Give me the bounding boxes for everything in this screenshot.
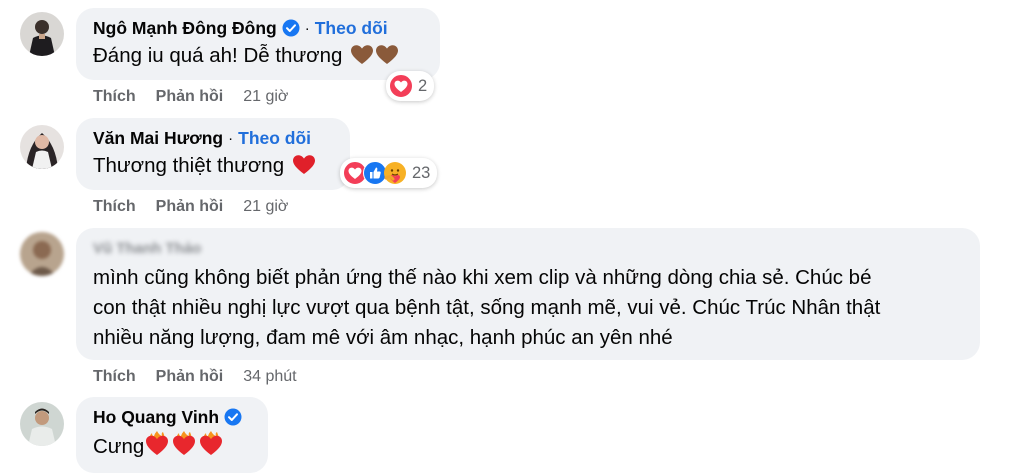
avatar[interactable]	[20, 125, 64, 169]
comment-text: Cưng	[93, 430, 254, 462]
comment-bubble: Vũ Thanh Thảo mình cũng không biết phản …	[76, 228, 980, 360]
comment-timestamp[interactable]: 21 giờ	[243, 198, 288, 216]
follow-button[interactable]: Theo dõi	[238, 128, 311, 149]
follow-button[interactable]: Theo dõi	[315, 18, 388, 39]
comment-actions: Thích Phản hồi 34 phút	[93, 368, 297, 386]
like-button[interactable]: Thích	[93, 368, 136, 386]
verified-badge-icon	[282, 19, 300, 37]
heart-on-fire-icon	[172, 430, 196, 456]
heart-on-fire-icon	[199, 430, 223, 456]
reaction-summary[interactable]: 2	[386, 71, 435, 101]
brown-heart-icon	[351, 45, 374, 65]
like-button[interactable]: Thích	[93, 88, 136, 106]
comment-bubble: Văn Mai Hương · Theo dõi Thương thiệt th…	[76, 118, 350, 190]
comment-author[interactable]: Văn Mai Hương	[93, 128, 223, 149]
reply-button[interactable]: Phản hồi	[156, 88, 224, 106]
comment-author[interactable]: Ho Quang Vinh	[93, 407, 219, 428]
reaction-count: 2	[418, 76, 428, 95]
reaction-summary[interactable]: 23	[340, 158, 438, 188]
reply-button[interactable]: Phản hồi	[156, 198, 224, 216]
like-button[interactable]: Thích	[93, 198, 136, 216]
comment-actions: Thích Phản hồi 21 giờ	[93, 88, 288, 106]
reply-button[interactable]: Phản hồi	[156, 368, 224, 386]
red-heart-icon	[292, 155, 315, 175]
comment-author[interactable]: Vũ Thanh Thảo	[93, 240, 201, 257]
brown-heart-icon	[376, 45, 399, 65]
love-reaction-icon	[389, 74, 413, 98]
separator-dot: ·	[304, 19, 310, 37]
verified-badge-icon	[224, 408, 242, 426]
comment-text: Đáng iu quá ah! Dễ thương	[93, 41, 426, 71]
care-reaction-icon	[383, 161, 407, 185]
avatar[interactable]	[20, 232, 64, 276]
comment-text: Thương thiệt thương	[93, 151, 336, 181]
separator-dot: ·	[228, 129, 234, 147]
comment-text: mình cũng không biết phản ứng thế nào kh…	[93, 266, 881, 349]
comment-timestamp[interactable]: 21 giờ	[243, 88, 288, 106]
comment-bubble: Ngô Mạnh Đông Đông · Theo dõi Đáng iu qu…	[76, 8, 440, 80]
heart-on-fire-icon	[145, 430, 169, 456]
comment-timestamp[interactable]: 34 phút	[243, 368, 296, 386]
comment-author[interactable]: Ngô Mạnh Đông Đông	[93, 18, 277, 39]
avatar[interactable]	[20, 12, 64, 56]
avatar[interactable]	[20, 402, 64, 446]
reaction-count: 23	[412, 163, 431, 182]
comment-actions: Thích Phản hồi 21 giờ	[93, 198, 288, 216]
comment-bubble: Ho Quang Vinh Cưng	[76, 397, 268, 473]
